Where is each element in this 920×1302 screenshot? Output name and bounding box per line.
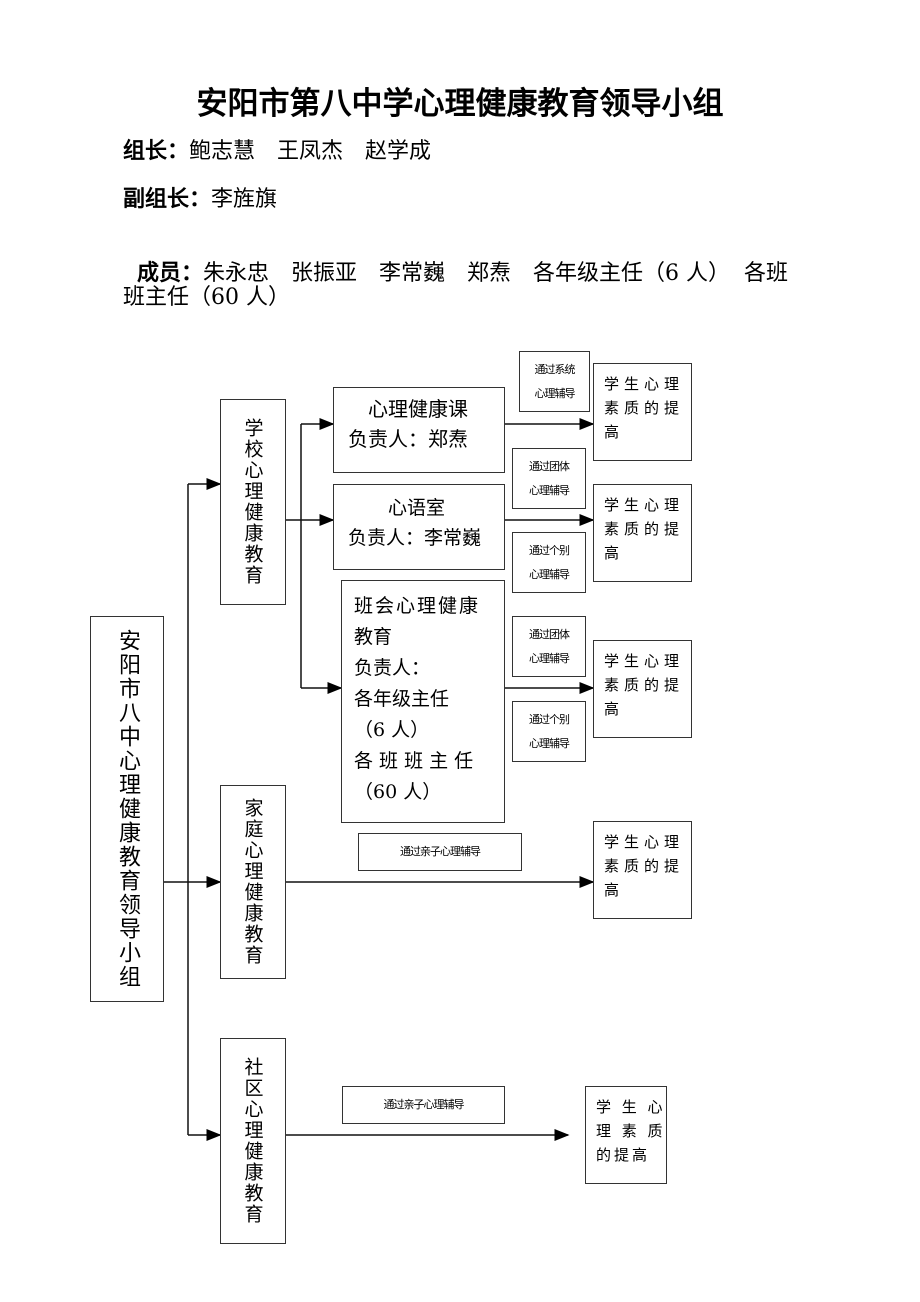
result-text: 的提高 (596, 1146, 651, 1164)
root-box: 安阳市八中心理健康教育领导小组 (90, 616, 164, 1002)
family-label: 家庭心理健康教育 (241, 798, 264, 966)
result-text: 学 生 心 (596, 1098, 666, 1116)
family-box: 家庭心理健康教育 (220, 785, 286, 979)
classmeeting-line: （60 人） (354, 781, 442, 803)
classmeeting-line: 负责人： (354, 657, 431, 679)
method-text: 通过系统 (534, 363, 576, 376)
method-group-1: 通过团体 心理辅导 (512, 448, 586, 509)
method-text: 心理辅导 (529, 484, 570, 497)
result-text: 高 (604, 700, 625, 718)
method-system: 通过系统 心理辅导 (519, 351, 590, 412)
room-name: 心语室 (388, 497, 446, 519)
result-box: 学生心理 素质的提 高 (593, 640, 692, 738)
community-label: 社区心理健康教育 (241, 1057, 264, 1225)
result-text: 学生心理 (604, 496, 685, 514)
result-box-community: 学 生 心 理 素 质 的提高 (585, 1086, 667, 1184)
result-text: 高 (604, 544, 625, 562)
result-text: 高 (604, 881, 625, 899)
method-individual-2: 通过个别 心理辅导 (512, 701, 586, 762)
result-text: 学生心理 (604, 833, 685, 851)
classmeeting-box: 班会心理健康 教育 负责人： 各年级主任 （6 人） 各 班 班 主 任 （60… (341, 580, 505, 823)
classmeeting-line: （6 人） (354, 719, 430, 741)
root-label: 安阳市八中心理健康教育领导小组 (115, 629, 140, 989)
school-label: 学校心理健康教育 (241, 418, 264, 586)
room-box: 心语室 负责人：李常巍 (333, 484, 505, 570)
method-text: 通过团体 (529, 628, 570, 641)
classmeeting-line: 教育 (354, 626, 393, 648)
result-box: 学生心理 素质的提 高 (593, 363, 692, 461)
method-text: 心理辅导 (529, 652, 570, 665)
method-parent-community: 通过亲子心理辅导 (342, 1086, 505, 1124)
room-owner: 负责人：李常巍 (348, 527, 482, 549)
classmeeting-line: 各年级主任 (354, 688, 450, 710)
method-group-2: 通过团体 心理辅导 (512, 616, 586, 677)
method-text: 心理辅导 (529, 737, 570, 750)
result-text: 学生心理 (604, 375, 685, 393)
school-box: 学校心理健康教育 (220, 399, 286, 605)
method-text: 通过个别 (529, 713, 570, 726)
result-text: 理 素 质 (596, 1122, 666, 1140)
result-text: 学生心理 (604, 652, 685, 670)
result-text: 素质的提 (604, 520, 685, 538)
course-box: 心理健康课 负责人：郑焘 (333, 387, 505, 473)
method-text: 通过亲子心理辅导 (383, 1098, 465, 1111)
course-owner: 负责人：郑焘 (348, 427, 468, 451)
method-text: 心理辅导 (534, 387, 576, 400)
result-text: 高 (604, 423, 625, 441)
classmeeting-line: 各 班 班 主 任 (354, 750, 474, 772)
method-text: 通过亲子心理辅导 (400, 845, 481, 858)
method-text: 通过团体 (529, 460, 570, 473)
method-text: 心理辅导 (529, 568, 570, 581)
result-text: 素质的提 (604, 399, 685, 417)
method-text: 通过个别 (529, 544, 570, 557)
method-individual-1: 通过个别 心理辅导 (512, 532, 586, 593)
community-box: 社区心理健康教育 (220, 1038, 286, 1244)
result-box: 学生心理 素质的提 高 (593, 821, 692, 919)
result-box: 学生心理 素质的提 高 (593, 484, 692, 582)
result-text: 素质的提 (604, 857, 685, 875)
classmeeting-line: 班会心理健康 (354, 595, 481, 617)
course-name: 心理健康课 (368, 397, 468, 421)
result-text: 素质的提 (604, 676, 685, 694)
method-parent-family: 通过亲子心理辅导 (358, 833, 522, 871)
